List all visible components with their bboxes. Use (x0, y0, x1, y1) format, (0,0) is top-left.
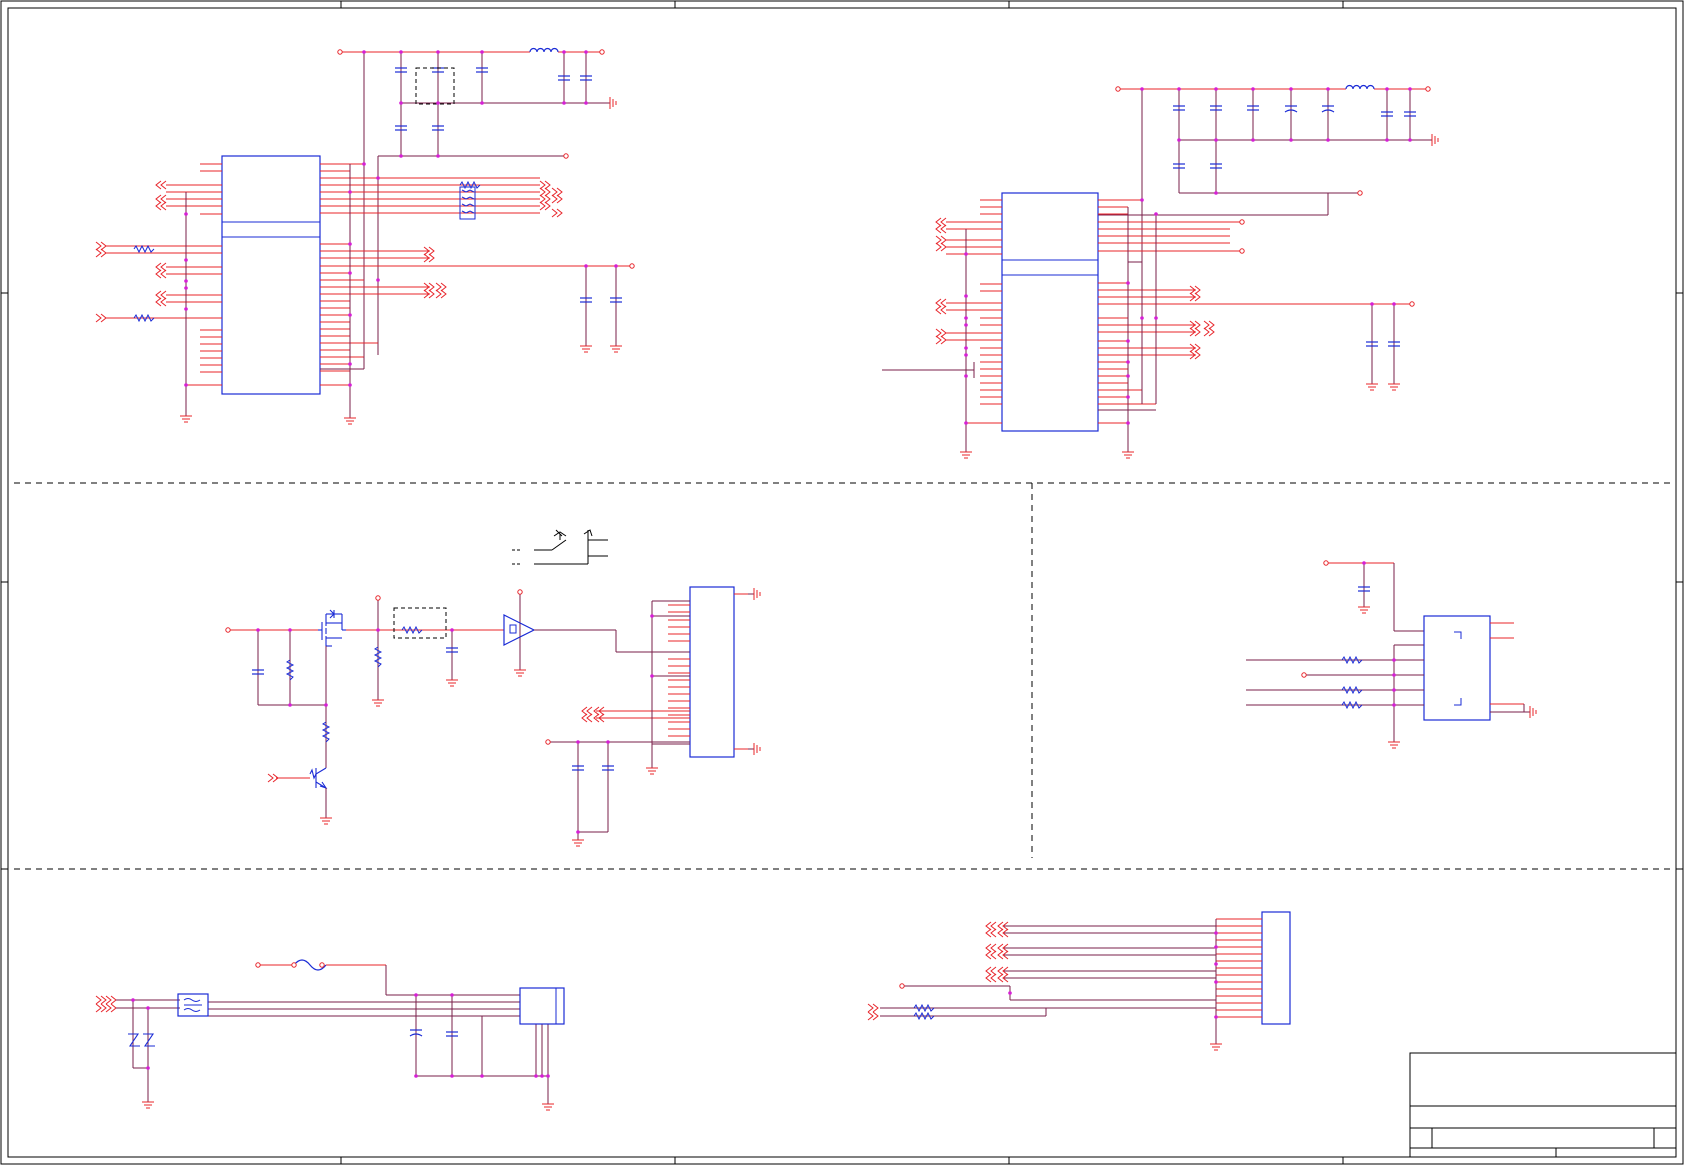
section-dividers (14, 482, 1672, 870)
buffer-u3 (503, 614, 536, 646)
bottom-left-section (95, 959, 565, 1111)
common-mode-choke (177, 993, 209, 1017)
ic-u2 (1001, 192, 1099, 432)
tvs-diodes (128, 1033, 155, 1047)
sheet-frame (0, 0, 1684, 1165)
connector-j2 (519, 987, 565, 1025)
bottom-right-section (867, 911, 1291, 1051)
right-middle-section (1246, 560, 1537, 749)
ic-u4 (1423, 615, 1491, 721)
connector-j3 (1261, 911, 1291, 1025)
ic-top-left-section (95, 47, 635, 425)
title-block (1409, 1052, 1677, 1158)
schematic-sheet (0, 0, 1684, 1165)
ic-u1 (221, 155, 321, 395)
schematic-drawing (0, 0, 1684, 1165)
connector-j1 (689, 586, 735, 758)
power-switch-section (225, 529, 761, 847)
mosfet-q1 (318, 609, 346, 647)
ic-top-right-section (882, 84, 1439, 459)
ferrite-box (393, 607, 447, 639)
npn-transistor-q2 (309, 767, 328, 790)
